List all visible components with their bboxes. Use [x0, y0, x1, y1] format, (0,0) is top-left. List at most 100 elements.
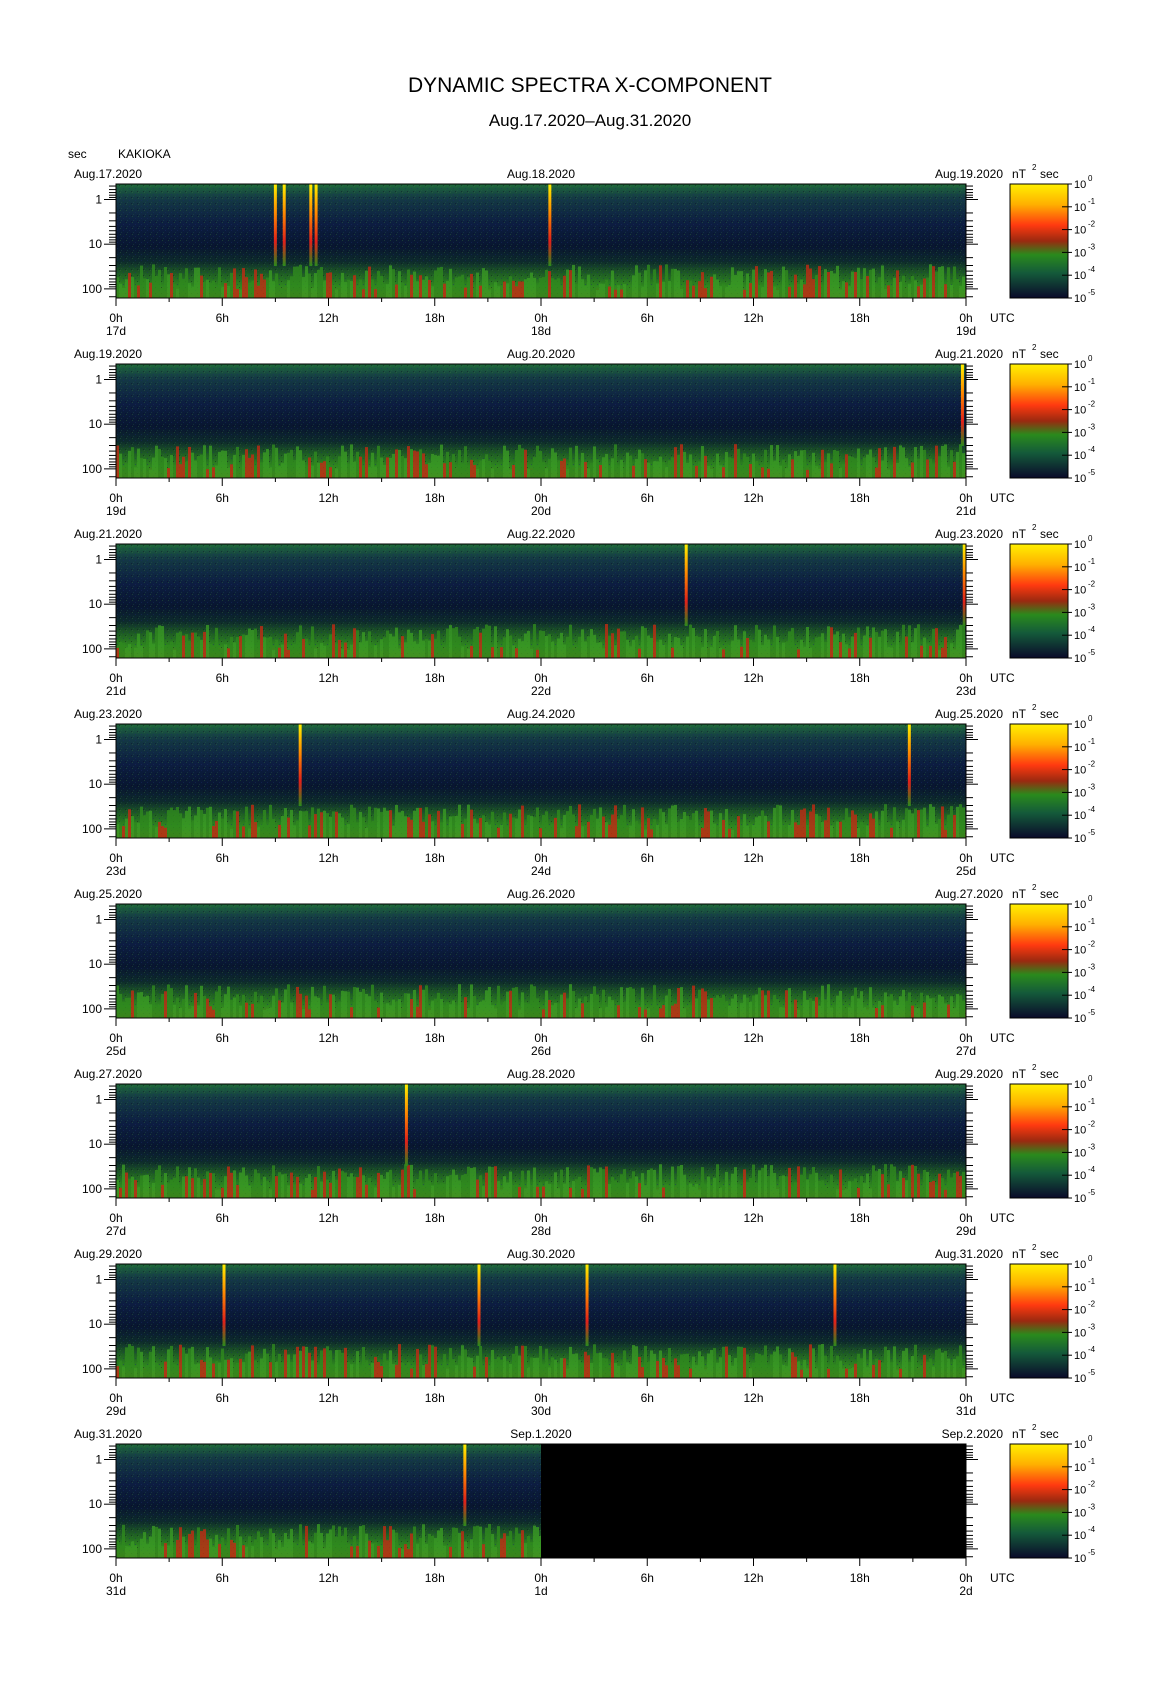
- activity-column: [272, 1165, 275, 1198]
- activity-column: [554, 1359, 557, 1378]
- activity-column: [917, 1369, 920, 1378]
- activity-column: [173, 465, 176, 478]
- activity-column: [695, 810, 698, 838]
- activity-column: [410, 1533, 413, 1558]
- activity-column: [632, 1171, 635, 1198]
- activity-column: [428, 1344, 431, 1378]
- activity-column: [236, 289, 239, 298]
- activity-column: [149, 469, 152, 478]
- activity-column: [305, 266, 308, 298]
- activity-column: [482, 268, 485, 298]
- activity-column: [122, 826, 125, 838]
- activity-column: [923, 807, 926, 838]
- activity-column: [461, 463, 464, 478]
- activity-column: [230, 1172, 233, 1198]
- activity-column: [785, 1366, 788, 1378]
- activity-column: [131, 1176, 134, 1198]
- activity-column: [185, 810, 188, 838]
- activity-column: [437, 1366, 440, 1378]
- activity-column: [401, 1169, 404, 1198]
- activity-column: [224, 283, 227, 298]
- activity-column: [146, 630, 149, 658]
- day-label: 21d: [106, 684, 126, 698]
- activity-column: [254, 628, 257, 658]
- activity-column: [320, 812, 323, 838]
- activity-column: [521, 1170, 524, 1198]
- activity-column: [149, 632, 152, 658]
- x-tick-label: 0h: [109, 1031, 122, 1045]
- activity-column: [389, 457, 392, 478]
- activity-column: [599, 807, 602, 838]
- x-tick-label: 6h: [216, 671, 229, 685]
- activity-column: [671, 647, 674, 658]
- activity-column: [860, 279, 863, 298]
- activity-column: [398, 449, 401, 478]
- activity-column: [419, 629, 422, 658]
- activity-column: [548, 634, 551, 658]
- activity-column: [941, 996, 944, 1018]
- activity-column: [560, 632, 563, 658]
- activity-column: [431, 1535, 434, 1558]
- activity-column: [377, 808, 380, 838]
- activity-column: [914, 1007, 917, 1018]
- day-label: 28d: [531, 1224, 551, 1238]
- activity-column: [455, 469, 458, 478]
- activity-column: [560, 289, 563, 298]
- activity-column: [677, 454, 680, 478]
- utc-label: UTC: [990, 1571, 1015, 1585]
- colorbar-tick-label: 10: [1074, 765, 1086, 777]
- activity-column: [470, 645, 473, 658]
- activity-column: [356, 1546, 359, 1558]
- activity-column: [446, 280, 449, 298]
- activity-column: [935, 271, 938, 298]
- activity-column: [452, 454, 455, 478]
- activity-column: [689, 1368, 692, 1378]
- activity-column: [728, 644, 731, 658]
- activity-column: [824, 269, 827, 298]
- activity-column: [500, 824, 503, 838]
- activity-column: [842, 820, 845, 838]
- x-tick-label: 6h: [641, 1211, 654, 1225]
- activity-column: [428, 280, 431, 298]
- activity-column: [419, 1170, 422, 1198]
- activity-column: [410, 1368, 413, 1378]
- activity-column: [938, 267, 941, 298]
- activity-column: [788, 988, 791, 1018]
- activity-column: [248, 828, 251, 838]
- activity-column: [467, 1549, 470, 1558]
- activity-column: [941, 647, 944, 658]
- activity-column: [749, 283, 752, 298]
- activity-column: [758, 629, 761, 658]
- activity-column: [545, 635, 548, 658]
- colorbar-tick-label: 10: [1074, 247, 1086, 259]
- activity-column: [539, 1346, 542, 1378]
- activity-column: [578, 1360, 581, 1378]
- activity-column: [461, 823, 464, 838]
- activity-column: [176, 807, 179, 838]
- activity-column: [743, 1169, 746, 1198]
- activity-column: [608, 466, 611, 478]
- activity-column: [200, 454, 203, 478]
- activity-column: [227, 1359, 230, 1378]
- colorbar-unit: nT: [1012, 347, 1027, 361]
- activity-column: [530, 984, 533, 1018]
- activity-column: [548, 1000, 551, 1018]
- activity-column: [134, 1008, 137, 1018]
- activity-column: [713, 468, 716, 478]
- activity-column: [311, 1543, 314, 1558]
- activity-column: [770, 445, 773, 478]
- activity-column: [719, 1187, 722, 1198]
- activity-column: [464, 446, 467, 478]
- day-label: 31d: [106, 1584, 126, 1598]
- activity-column: [131, 816, 134, 838]
- activity-column: [191, 1178, 194, 1198]
- activity-column: [491, 647, 494, 658]
- activity-column: [218, 812, 221, 838]
- activity-column: [695, 1365, 698, 1378]
- activity-column: [254, 468, 257, 478]
- activity-column: [350, 1546, 353, 1558]
- activity-column: [128, 1546, 131, 1558]
- colorbar-tick-label: 10: [1074, 607, 1086, 619]
- activity-column: [377, 1172, 380, 1198]
- activity-column: [494, 1547, 497, 1558]
